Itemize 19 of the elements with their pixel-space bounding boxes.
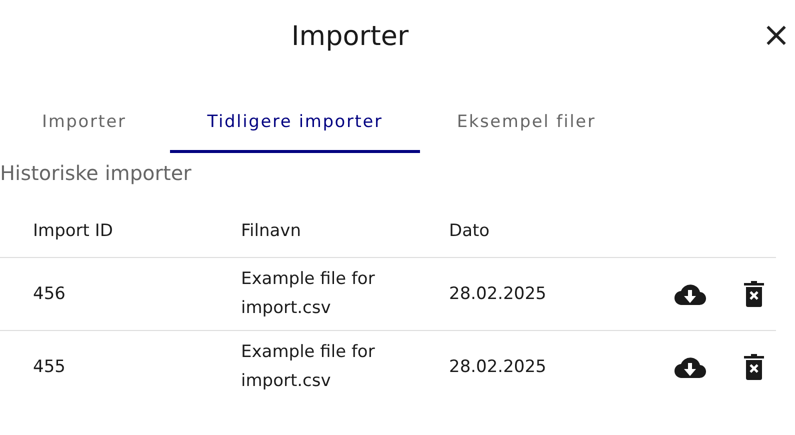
tab[interactable]: Eksempel filer (420, 112, 633, 153)
table-cell-text: 28.02.2025 (449, 356, 548, 378)
tab[interactable]: Importer (0, 112, 170, 153)
column-header: Import ID (33, 220, 114, 242)
tab[interactable]: Tidligere importer (170, 112, 420, 153)
delete-icon[interactable] (744, 354, 764, 380)
dialog-title: Importer (291, 20, 409, 52)
delete-icon[interactable] (744, 281, 764, 307)
table-cell-text: 28.02.2025 (449, 282, 548, 306)
table-cell-text: Example file for import.csv (241, 268, 376, 320)
table-cell-text: 456 (33, 282, 66, 306)
section-title: Historiske importer (0, 161, 192, 185)
cloud-download-icon[interactable] (674, 355, 706, 379)
column-header: Filnavn (241, 220, 302, 242)
table-cell-text: Example file for import.csv (241, 341, 376, 393)
close-button[interactable]: × (762, 18, 790, 52)
cloud-download-icon[interactable] (674, 282, 706, 306)
table-cell-text: 455 (33, 356, 66, 378)
column-header: Dato (449, 220, 491, 242)
